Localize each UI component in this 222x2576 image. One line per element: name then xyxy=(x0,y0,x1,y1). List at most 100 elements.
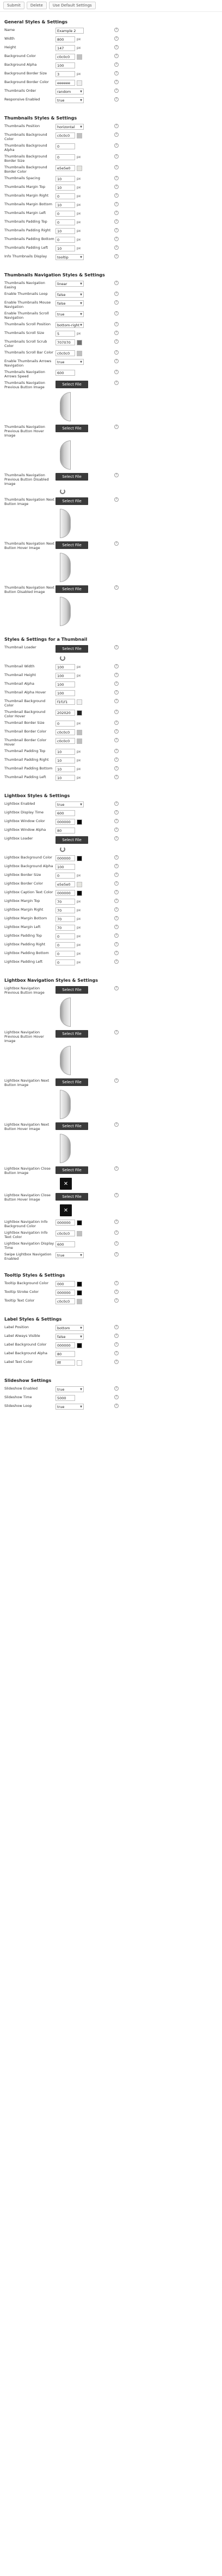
responsive-enabled-select[interactable]: true ▼ xyxy=(55,97,84,103)
use-default-settings-button[interactable]: Use Default Settings xyxy=(48,2,96,9)
help-icon[interactable]: ? xyxy=(114,645,119,649)
lightbox-border-color-input[interactable] xyxy=(55,881,75,887)
help-icon[interactable]: ? xyxy=(114,1122,119,1127)
help-icon[interactable]: ? xyxy=(114,176,119,180)
help-icon[interactable]: ? xyxy=(114,211,119,215)
help-icon[interactable]: ? xyxy=(114,881,119,886)
lightbox-navigation-info-text-color-input[interactable] xyxy=(55,1230,75,1236)
help-icon[interactable]: ? xyxy=(114,951,119,955)
slideshow-time-input[interactable] xyxy=(55,1395,75,1401)
color-swatch[interactable] xyxy=(77,339,82,345)
help-icon[interactable]: ? xyxy=(114,425,119,429)
tooltip-text-color-input[interactable] xyxy=(55,1298,75,1304)
thumbnails-margin-bottom-input[interactable] xyxy=(55,202,75,208)
help-icon[interactable]: ? xyxy=(114,154,119,159)
help-icon[interactable]: ? xyxy=(114,757,119,762)
help-icon[interactable]: ? xyxy=(114,690,119,694)
color-swatch[interactable] xyxy=(77,819,82,825)
help-icon[interactable]: ? xyxy=(114,300,119,305)
thumbnail-alpha-input[interactable] xyxy=(55,681,75,687)
thumbnails-navigation-easing-select[interactable]: linear ▼ xyxy=(55,281,84,287)
thumbnails-padding-top-input[interactable] xyxy=(55,219,75,225)
thumbnail-padding-right-input[interactable] xyxy=(55,757,75,763)
help-icon[interactable]: ? xyxy=(114,873,119,877)
height-input[interactable] xyxy=(55,45,75,51)
thumbnails-margin-left-input[interactable] xyxy=(55,211,75,217)
enable-thumbnails-loop-select[interactable]: false ▼ xyxy=(55,292,84,298)
select-file-button[interactable]: Select File xyxy=(55,585,88,593)
label-always-visible-select[interactable]: false ▼ xyxy=(55,1334,84,1340)
help-icon[interactable]: ? xyxy=(114,237,119,241)
help-icon[interactable]: ? xyxy=(114,331,119,335)
help-icon[interactable]: ? xyxy=(114,45,119,49)
help-icon[interactable]: ? xyxy=(114,1298,119,1303)
lightbox-padding-left-input[interactable] xyxy=(55,959,75,965)
slideshow-enabled-select[interactable]: true ▼ xyxy=(55,1386,84,1392)
lightbox-margin-top-input[interactable] xyxy=(55,899,75,905)
thumbnail-border-size-input[interactable] xyxy=(55,721,75,727)
color-swatch[interactable] xyxy=(77,890,82,896)
lightbox-display-time-input[interactable] xyxy=(55,810,75,816)
help-icon[interactable]: ? xyxy=(114,1334,119,1338)
help-icon[interactable]: ? xyxy=(114,681,119,686)
help-icon[interactable]: ? xyxy=(114,254,119,258)
color-swatch[interactable] xyxy=(77,710,82,716)
help-icon[interactable]: ? xyxy=(114,721,119,725)
help-icon[interactable]: ? xyxy=(114,245,119,250)
help-icon[interactable]: ? xyxy=(114,1220,119,1224)
help-icon[interactable]: ? xyxy=(114,585,119,590)
help-icon[interactable]: ? xyxy=(114,855,119,860)
lightbox-window-color-input[interactable] xyxy=(55,819,75,825)
help-icon[interactable]: ? xyxy=(114,281,119,285)
help-icon[interactable]: ? xyxy=(114,810,119,815)
help-icon[interactable]: ? xyxy=(114,132,119,137)
background-border-color-input[interactable] xyxy=(55,80,75,86)
help-icon[interactable]: ? xyxy=(114,497,119,502)
help-icon[interactable]: ? xyxy=(114,890,119,894)
select-file-button[interactable]: Select File xyxy=(55,425,88,432)
help-icon[interactable]: ? xyxy=(114,202,119,206)
color-swatch[interactable] xyxy=(77,1290,82,1296)
color-swatch[interactable] xyxy=(77,738,82,744)
help-icon[interactable]: ? xyxy=(114,97,119,102)
help-icon[interactable]: ? xyxy=(114,959,119,964)
lightbox-background-alpha-input[interactable] xyxy=(55,864,75,870)
enable-thumbnails-scroll-navigation-select[interactable]: true ▼ xyxy=(55,311,84,317)
help-icon[interactable]: ? xyxy=(114,311,119,315)
help-icon[interactable]: ? xyxy=(114,1078,119,1083)
lightbox-padding-right-input[interactable] xyxy=(55,942,75,948)
thumbnail-border-color-hover-input[interactable] xyxy=(55,738,75,744)
help-icon[interactable]: ? xyxy=(114,1193,119,1197)
thumbnails-background-border-size-input[interactable] xyxy=(55,154,75,160)
submit-button[interactable]: Submit xyxy=(3,2,24,9)
help-icon[interactable]: ? xyxy=(114,933,119,938)
select-file-button[interactable]: Select File xyxy=(55,1166,88,1174)
thumbnails-position-select[interactable]: horizontal ▼ xyxy=(55,124,84,130)
help-icon[interactable]: ? xyxy=(114,473,119,477)
color-swatch[interactable] xyxy=(77,165,82,171)
help-icon[interactable]: ? xyxy=(114,819,119,823)
thumbnails-scroll-scrub-color-input[interactable] xyxy=(55,339,75,345)
color-swatch[interactable] xyxy=(77,729,82,735)
help-icon[interactable]: ? xyxy=(114,28,119,32)
help-icon[interactable]: ? xyxy=(114,143,119,148)
background-color-input[interactable] xyxy=(55,54,75,60)
color-swatch[interactable] xyxy=(77,881,82,887)
help-icon[interactable]: ? xyxy=(114,1166,119,1171)
help-icon[interactable]: ? xyxy=(114,925,119,929)
help-icon[interactable]: ? xyxy=(114,1290,119,1294)
thumbnail-padding-left-input[interactable] xyxy=(55,775,75,781)
color-swatch[interactable] xyxy=(77,1342,82,1348)
thumbnail-background-color-input[interactable] xyxy=(55,699,75,705)
label-background-alpha-input[interactable] xyxy=(55,1351,75,1357)
help-icon[interactable]: ? xyxy=(114,673,119,677)
label-background-color-input[interactable] xyxy=(55,1342,75,1348)
thumbnail-background-color-hover-input[interactable] xyxy=(55,710,75,716)
lightbox-background-color-input[interactable] xyxy=(55,855,75,861)
thumbnail-padding-bottom-input[interactable] xyxy=(55,766,75,772)
label-position-select[interactable]: bottom ▼ xyxy=(55,1325,84,1331)
help-icon[interactable]: ? xyxy=(114,165,119,169)
help-icon[interactable]: ? xyxy=(114,738,119,742)
help-icon[interactable]: ? xyxy=(114,1386,119,1391)
help-icon[interactable]: ? xyxy=(114,864,119,868)
